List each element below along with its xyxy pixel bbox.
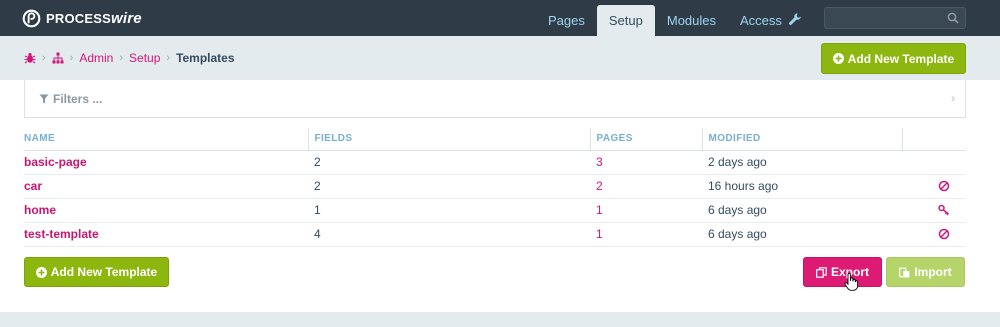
template-modified: 16 hours ago	[702, 174, 902, 199]
hand-cursor-icon	[844, 273, 858, 291]
row-action-cell	[902, 150, 966, 175]
export-button[interactable]: Export	[803, 257, 882, 287]
column-header-fields[interactable]: FIELDS	[308, 128, 591, 151]
main-nav: Pages Setup Modules Access	[536, 5, 794, 36]
search-icon[interactable]	[947, 12, 959, 24]
top-bar: PROCESSwire Pages Setup Modules Access	[0, 0, 1000, 36]
ban-icon[interactable]	[938, 228, 950, 240]
row-action-cell	[902, 174, 966, 199]
templates-table: NAME FIELDS PAGES MODIFIED basic-page 2 …	[24, 128, 966, 247]
filters-bar[interactable]: Filters ... ›	[24, 80, 966, 118]
add-new-template-button-top[interactable]: Add New Template	[821, 43, 966, 74]
search-input[interactable]	[824, 7, 966, 29]
processwire-logo-icon	[22, 9, 41, 27]
table-header-row: NAME FIELDS PAGES MODIFIED	[24, 128, 966, 151]
template-fields-count: 2	[308, 150, 590, 175]
template-pages-link[interactable]: 2	[596, 179, 603, 193]
table-row: test-template 4 1 6 days ago	[24, 222, 966, 247]
template-name-link[interactable]: test-template	[24, 227, 99, 241]
column-header-pages[interactable]: PAGES	[590, 128, 703, 151]
nav-pages[interactable]: Pages	[536, 5, 597, 36]
brand-name-part2: wire	[110, 9, 142, 27]
breadcrumb-separator: ›	[42, 52, 46, 64]
template-name-link[interactable]: basic-page	[24, 155, 87, 169]
add-new-template-label: Add New Template	[50, 265, 158, 279]
filters-label: Filters ...	[53, 92, 103, 106]
brand-name-part1: PROCESS	[46, 10, 111, 26]
template-pages-link[interactable]: 1	[596, 203, 603, 217]
import-label: Import	[914, 265, 952, 279]
sitemap-icon[interactable]	[52, 52, 64, 64]
wrench-icon[interactable]	[788, 12, 802, 26]
add-new-template-label: Add New Template	[847, 51, 955, 66]
nav-modules[interactable]: Modules	[655, 5, 728, 36]
paste-icon	[899, 267, 910, 277]
breadcrumb-admin[interactable]: Admin	[79, 51, 113, 65]
template-modified: 6 days ago	[702, 222, 902, 247]
template-modified: 6 days ago	[702, 198, 902, 223]
table-row: home 1 1 6 days ago	[24, 198, 966, 223]
nav-access[interactable]: Access	[728, 5, 794, 36]
ban-icon[interactable]	[938, 180, 950, 192]
template-name-link[interactable]: home	[24, 203, 56, 217]
template-pages-link[interactable]: 3	[596, 155, 603, 169]
template-fields-count: 2	[308, 174, 590, 199]
column-header-actions	[902, 128, 966, 151]
table-row: car 2 2 16 hours ago	[24, 174, 966, 199]
add-new-template-button-bottom[interactable]: Add New Template	[24, 257, 169, 287]
processwire-logo[interactable]: PROCESSwire	[22, 8, 142, 28]
footer-strip	[0, 312, 1000, 327]
plus-circle-icon	[832, 53, 844, 64]
nav-setup[interactable]: Setup	[596, 5, 655, 36]
template-fields-count: 1	[308, 198, 590, 223]
breadcrumb-separator: ›	[69, 52, 74, 64]
breadcrumb-separator: ›	[119, 52, 124, 64]
row-action-cell	[902, 198, 966, 223]
import-button[interactable]: Import	[886, 257, 965, 287]
template-modified: 2 days ago	[702, 150, 902, 175]
breadcrumb-setup[interactable]: Setup	[129, 51, 160, 65]
table-row: basic-page 2 3 2 days ago	[24, 150, 966, 175]
bug-icon[interactable]	[24, 52, 36, 64]
filter-icon	[39, 94, 49, 104]
column-header-name[interactable]: NAME	[24, 128, 309, 151]
template-pages-link[interactable]: 1	[596, 227, 603, 241]
key-icon[interactable]	[938, 204, 950, 216]
row-action-cell	[902, 222, 966, 247]
template-fields-count: 4	[308, 222, 590, 247]
copy-icon	[816, 266, 827, 278]
breadcrumb-separator: ›	[166, 52, 171, 64]
template-name-link[interactable]: car	[24, 179, 42, 193]
page-title: Templates	[176, 51, 235, 65]
breadcrumb: › › Admin › Setup › Templates	[24, 50, 235, 66]
chevron-right-icon: ›	[951, 91, 955, 105]
brand-name: PROCESSwire	[46, 10, 142, 27]
plus-circle-icon	[35, 266, 47, 278]
column-header-modified[interactable]: MODIFIED	[702, 128, 903, 151]
